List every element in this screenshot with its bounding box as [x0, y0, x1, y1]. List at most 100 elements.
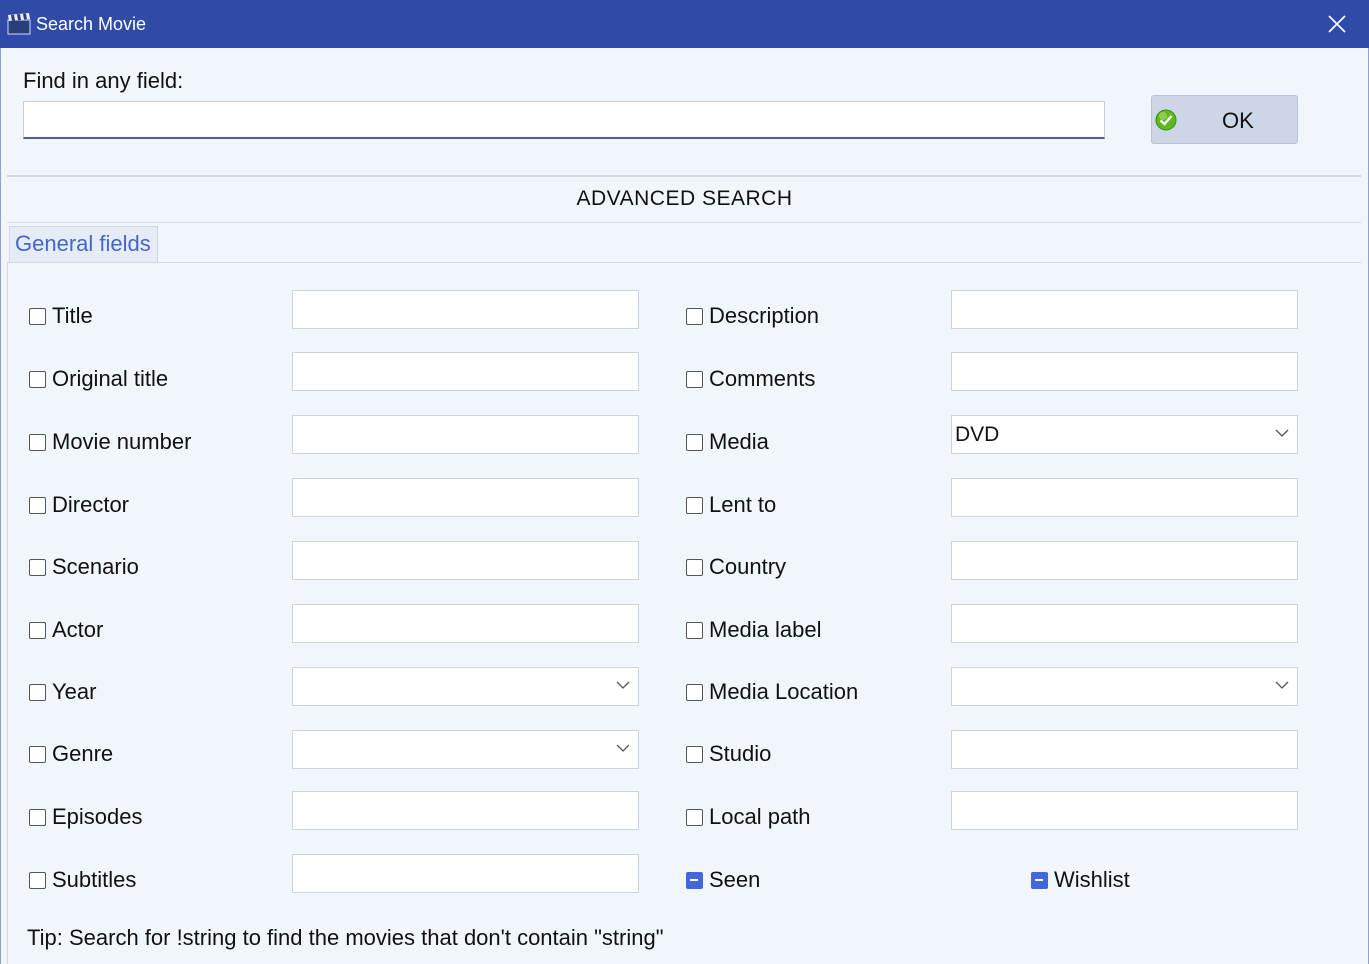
- chevron-down-icon: [1275, 429, 1289, 437]
- subtitles-checkbox[interactable]: [29, 871, 46, 889]
- original-title-input[interactable]: [292, 352, 639, 391]
- movie-number-checkbox-row[interactable]: Movie number: [29, 429, 191, 455]
- original-title-checkbox[interactable]: [29, 370, 46, 388]
- media-checkbox[interactable]: [686, 433, 703, 451]
- tab-general-fields[interactable]: General fields: [9, 226, 158, 262]
- media-label: Media: [709, 429, 769, 454]
- scenario-input[interactable]: [292, 541, 639, 580]
- title-checkbox[interactable]: [29, 307, 46, 325]
- title-input[interactable]: [292, 290, 639, 329]
- chevron-down-icon: [616, 681, 630, 689]
- description-checkbox-row[interactable]: Description: [686, 303, 819, 329]
- year-checkbox[interactable]: [29, 683, 46, 701]
- episodes-label: Episodes: [52, 804, 143, 829]
- country-label: Country: [709, 554, 787, 579]
- window-border-left: [0, 48, 1, 964]
- find-label: Find in any field:: [23, 68, 184, 93]
- comments-input[interactable]: [951, 352, 1298, 391]
- comments-checkbox[interactable]: [686, 370, 703, 388]
- movie-number-checkbox[interactable]: [29, 433, 46, 451]
- country-checkbox[interactable]: [686, 558, 703, 576]
- actor-checkbox-row[interactable]: Actor: [29, 617, 103, 643]
- media-location-dropdown[interactable]: [951, 667, 1298, 706]
- director-checkbox[interactable]: [29, 496, 46, 514]
- studio-input[interactable]: [951, 730, 1298, 769]
- genre-checkbox[interactable]: [29, 745, 46, 763]
- divider: [7, 175, 1361, 177]
- episodes-checkbox[interactable]: [29, 808, 46, 826]
- episodes-checkbox-row[interactable]: Episodes: [29, 804, 143, 830]
- media-location-checkbox-row[interactable]: Media Location: [686, 679, 858, 705]
- media-label-label: Media label: [709, 617, 822, 642]
- media-dropdown-value: DVD: [955, 423, 1000, 446]
- media-location-checkbox[interactable]: [686, 683, 703, 701]
- seen-label: Seen: [709, 867, 761, 892]
- chevron-down-icon: [1275, 681, 1289, 689]
- lent-to-label: Lent to: [709, 492, 777, 517]
- close-icon: [1328, 15, 1346, 33]
- description-label: Description: [709, 303, 820, 328]
- year-label: Year: [52, 679, 97, 704]
- scenario-label: Scenario: [52, 554, 139, 579]
- studio-checkbox[interactable]: [686, 745, 703, 763]
- lent-to-checkbox-row[interactable]: Lent to: [686, 492, 776, 518]
- comments-checkbox-row[interactable]: Comments: [686, 366, 815, 392]
- window-title: Search Movie: [36, 14, 147, 34]
- subtitles-checkbox-row[interactable]: Subtitles: [29, 867, 136, 893]
- actor-label: Actor: [52, 617, 104, 642]
- original-title-label: Original title: [52, 366, 169, 391]
- media-label-checkbox-row[interactable]: Media label: [686, 617, 822, 643]
- year-checkbox-row[interactable]: Year: [29, 679, 96, 705]
- scenario-checkbox[interactable]: [29, 558, 46, 576]
- media-label-checkbox[interactable]: [686, 621, 703, 639]
- seen-checkbox[interactable]: [686, 871, 703, 889]
- year-dropdown[interactable]: [292, 667, 639, 706]
- chevron-down-icon: [616, 744, 630, 752]
- wishlist-label: Wishlist: [1054, 867, 1130, 892]
- media-checkbox-row[interactable]: Media: [686, 429, 769, 455]
- local-path-checkbox-row[interactable]: Local path: [686, 804, 811, 830]
- studio-checkbox-row[interactable]: Studio: [686, 741, 771, 767]
- country-input[interactable]: [951, 541, 1298, 580]
- country-checkbox-row[interactable]: Country: [686, 554, 786, 580]
- original-title-checkbox-row[interactable]: Original title: [29, 366, 168, 392]
- ok-button-label: OK: [1222, 108, 1254, 133]
- movie-number-label: Movie number: [52, 429, 192, 454]
- wishlist-checkbox-row[interactable]: Wishlist: [1031, 867, 1130, 893]
- genre-dropdown[interactable]: [292, 730, 639, 769]
- lent-to-checkbox[interactable]: [686, 496, 703, 514]
- advanced-search-heading: ADVANCED SEARCH: [576, 187, 793, 210]
- find-input[interactable]: [23, 101, 1105, 139]
- comments-label: Comments: [709, 366, 816, 391]
- tip-text: Tip: Search for !string to find the movi…: [27, 925, 664, 950]
- title-label: Title: [52, 303, 93, 328]
- seen-checkbox-row[interactable]: Seen: [686, 867, 760, 893]
- media-location-label: Media Location: [709, 679, 859, 704]
- director-checkbox-row[interactable]: Director: [29, 492, 129, 518]
- local-path-checkbox[interactable]: [686, 808, 703, 826]
- divider: [7, 222, 1361, 223]
- scenario-checkbox-row[interactable]: Scenario: [29, 554, 139, 580]
- description-checkbox[interactable]: [686, 307, 703, 325]
- director-input[interactable]: [292, 478, 639, 517]
- movie-number-input[interactable]: [292, 415, 639, 454]
- actor-checkbox[interactable]: [29, 621, 46, 639]
- subtitles-input[interactable]: [292, 854, 639, 893]
- genre-label: Genre: [52, 741, 114, 766]
- episodes-input[interactable]: [292, 791, 639, 830]
- ok-button[interactable]: OK: [1151, 95, 1298, 144]
- checkmark-icon: [1155, 109, 1177, 131]
- lent-to-input[interactable]: [951, 478, 1298, 517]
- title-bar: Search Movie: [0, 0, 1369, 48]
- close-button[interactable]: [1305, 0, 1369, 48]
- genre-checkbox-row[interactable]: Genre: [29, 741, 113, 767]
- wishlist-checkbox[interactable]: [1031, 871, 1048, 889]
- local-path-input[interactable]: [951, 791, 1298, 830]
- title-checkbox-row[interactable]: Title: [29, 303, 93, 329]
- actor-input[interactable]: [292, 604, 639, 643]
- clapperboard-icon: [7, 13, 31, 35]
- media-dropdown[interactable]: DVD: [951, 415, 1298, 454]
- description-input[interactable]: [951, 290, 1298, 329]
- subtitles-label: Subtitles: [52, 867, 137, 892]
- media-label-input[interactable]: [951, 604, 1298, 643]
